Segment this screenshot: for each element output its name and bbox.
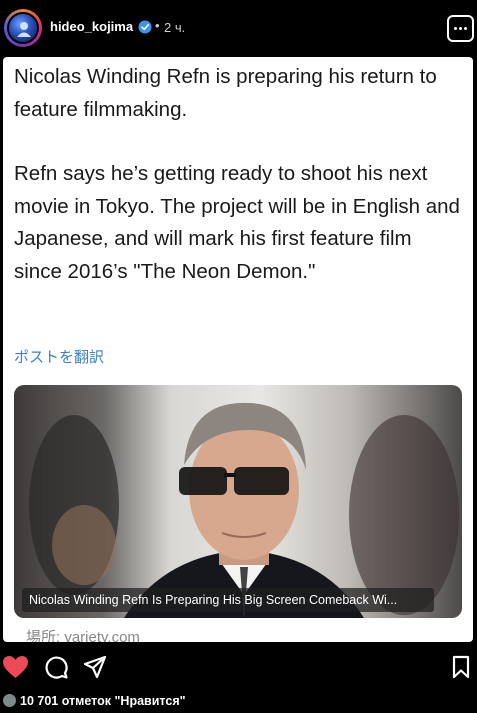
verified-icon: [138, 20, 152, 34]
heart-icon[interactable]: [2, 655, 29, 679]
post-paragraph: Nicolas Winding Refn is preparing his re…: [14, 65, 437, 121]
preview-caption-bar: Nicolas Winding Refn Is Preparing His Bi…: [22, 588, 434, 612]
comment-icon[interactable]: [44, 655, 68, 679]
liker-avatar: [3, 694, 16, 707]
post-paragraph: Refn says he’s getting ready to shoot hi…: [14, 162, 460, 283]
preview-caption: Nicolas Winding Refn Is Preparing His Bi…: [29, 593, 398, 607]
preview-source[interactable]: 場所: variety.com: [26, 626, 140, 642]
translate-link[interactable]: ポストを翻訳: [14, 346, 104, 367]
avatar-figure-icon: [17, 22, 31, 37]
post-card: Nicolas Winding Refn is preparing his re…: [3, 57, 473, 642]
more-icon: [454, 27, 457, 30]
separator-dot: •: [155, 18, 160, 33]
more-icon-dot: [464, 27, 467, 30]
share-icon[interactable]: [83, 655, 107, 679]
bookmark-icon[interactable]: [452, 655, 470, 679]
more-options-button[interactable]: [447, 15, 474, 42]
likes-count[interactable]: 10 701 отметок "Нравится": [20, 694, 186, 708]
avatar[interactable]: [7, 12, 39, 44]
post-time[interactable]: 2 ч.: [164, 20, 185, 35]
link-preview-card[interactable]: Nicolas Winding Refn Is Preparing His Bi…: [14, 385, 462, 618]
post-text: Nicolas Winding Refn is preparing his re…: [14, 61, 464, 288]
action-bar: 10 701 отметок "Нравится": [0, 642, 477, 713]
username[interactable]: hideo_kojima: [50, 19, 133, 34]
preview-photo: [29, 402, 459, 618]
post-header: hideo_kojima • 2 ч.: [0, 0, 477, 57]
more-icon-dot: [459, 27, 462, 30]
